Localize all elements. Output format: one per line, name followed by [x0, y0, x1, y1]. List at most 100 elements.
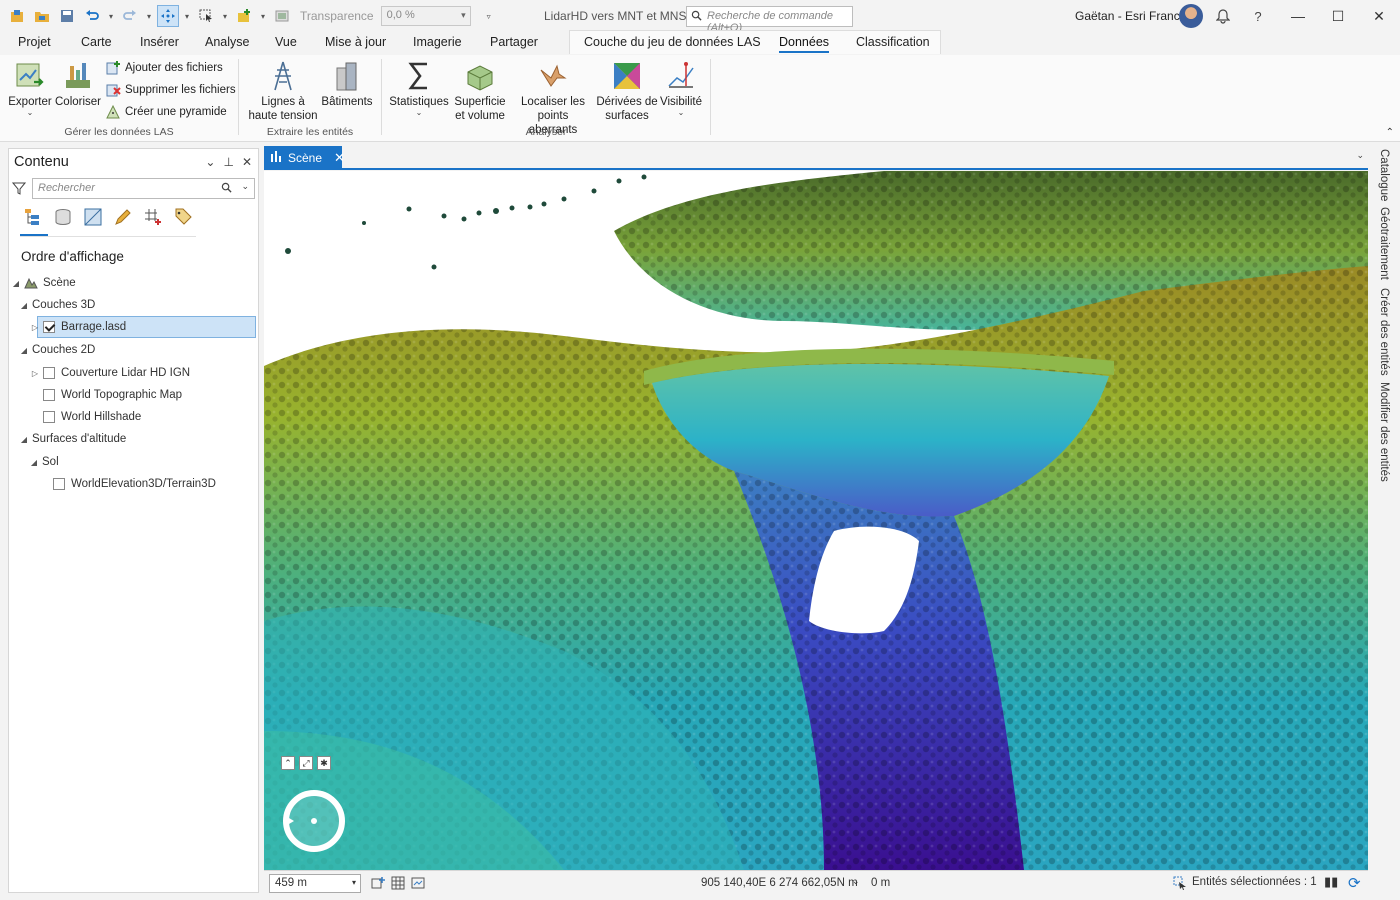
pin-icon[interactable]: ⊥ [223, 155, 233, 169]
tree-group-2d[interactable]: ◢ Couches 2D [19, 339, 95, 361]
full-extent-icon[interactable]: ⤢ [299, 756, 313, 770]
layer-visibility-checkbox[interactable] [43, 367, 55, 379]
tab-projet[interactable]: Projet [18, 35, 51, 49]
buildings-button[interactable]: Bâtiments [320, 59, 374, 109]
layer-visibility-checkbox[interactable] [43, 321, 55, 333]
tree-terrain[interactable]: WorldElevation3D/Terrain3D [53, 473, 216, 495]
pane-options-icon[interactable]: ⌄ [205, 155, 215, 169]
tab-inserer[interactable]: Insérer [140, 35, 179, 49]
labeling-icon[interactable] [173, 207, 193, 227]
tree-layer-hillshade[interactable]: World Hillshade [43, 406, 141, 428]
collapse-triangle-icon[interactable]: ◢ [19, 435, 29, 444]
export-button[interactable]: Exporter ⌄ [8, 59, 52, 117]
close-pane-icon[interactable]: ✕ [242, 155, 252, 169]
redo-icon[interactable] [119, 5, 141, 27]
add-bookmark-icon[interactable] [370, 875, 386, 891]
statistics-button[interactable]: Statistiques ⌄ [388, 59, 450, 117]
create-pyramid-button[interactable]: Créer une pyramide [105, 104, 227, 120]
user-name[interactable]: Gaëtan - Esri France [1075, 9, 1186, 23]
colorize-button[interactable]: Coloriser [55, 59, 101, 109]
new-project-icon[interactable] [6, 5, 28, 27]
redo-dropdown-icon[interactable]: ▾ [144, 12, 154, 21]
collapse-triangle-icon[interactable]: ◢ [19, 301, 29, 310]
layer-visibility-checkbox[interactable] [43, 389, 55, 401]
scene-viewport[interactable]: ⌃ ⤢ ✱ [264, 171, 1368, 870]
tab-vue[interactable]: Vue [275, 35, 297, 49]
power-lines-button[interactable]: Lignes à haute tension [246, 59, 320, 123]
area-volume-button[interactable]: Superficie et volume [449, 59, 511, 123]
dock-tab-catalogue[interactable]: Catalogue [1378, 149, 1390, 201]
tree-group-elevation[interactable]: ◢ Surfaces d'altitude [19, 428, 126, 450]
tab-classification[interactable]: Classification [856, 35, 930, 49]
contents-search-input[interactable]: Rechercher ⌄ [32, 178, 255, 199]
tree-layer-topo[interactable]: World Topographic Map [43, 384, 182, 406]
tree-layer-lidar[interactable]: ▷ Couverture Lidar HD IGN [30, 362, 190, 384]
search-icon[interactable] [221, 182, 232, 196]
navigator-ring-icon[interactable] [280, 787, 348, 855]
tab-imagerie[interactable]: Imagerie [413, 35, 462, 49]
dock-tab-create-features[interactable]: Créer des entités [1378, 288, 1390, 376]
undo-icon[interactable] [81, 5, 103, 27]
transparency-field[interactable]: 0,0 % ▾ [380, 6, 471, 26]
add-data-dropdown-icon[interactable]: ▾ [258, 12, 268, 21]
dock-tab-modify-features[interactable]: Modifier des entités [1378, 382, 1390, 482]
select-dropdown-icon[interactable]: ▾ [220, 12, 230, 21]
close-tab-icon[interactable]: ✕ [334, 150, 345, 166]
minimize-button[interactable]: — [1283, 5, 1313, 27]
tab-scene[interactable]: Scène ✕ [264, 146, 345, 169]
add-data-icon[interactable] [233, 5, 255, 27]
walk-mode-icon[interactable]: ✱ [317, 756, 331, 770]
refresh-icon[interactable]: ⟳ [1348, 874, 1361, 892]
tab-carte[interactable]: Carte [81, 35, 112, 49]
tree-ground[interactable]: ◢ Sol [29, 451, 59, 473]
command-search-input[interactable]: Recherche de commande (Alt+Q) [686, 6, 853, 34]
collapse-triangle-icon[interactable]: ◢ [29, 458, 39, 467]
selection-view-icon[interactable] [83, 207, 103, 227]
filter-icon[interactable] [11, 181, 27, 198]
visibility-button[interactable]: Visibilité ⌄ [656, 59, 706, 117]
remove-files-button[interactable]: Supprimer les fichiers [105, 82, 236, 98]
explore-dropdown-icon[interactable]: ▾ [182, 12, 192, 21]
tab-donnees[interactable]: Données [779, 35, 830, 53]
layer-visibility-checkbox[interactable] [43, 411, 55, 423]
editing-pencil-icon[interactable] [113, 207, 133, 227]
open-project-icon[interactable] [31, 5, 53, 27]
tab-analyse[interactable]: Analyse [205, 35, 249, 49]
tab-las-dataset-layer[interactable]: Couche du jeu de données LAS [584, 35, 761, 49]
tree-group-3d[interactable]: ◢ Couches 3D [19, 294, 95, 316]
coordinate-format-dropdown-icon[interactable]: ⌄ [852, 876, 860, 887]
pause-icon[interactable]: ▮▮ [1324, 874, 1338, 890]
derived-surfaces-button[interactable]: Dérivées de surfaces [596, 59, 658, 123]
select-tool-icon[interactable] [195, 5, 217, 27]
customize-qat-icon[interactable]: ▿ [484, 12, 494, 21]
snapping-icon[interactable] [143, 207, 163, 227]
expand-triangle-icon[interactable]: ▷ [30, 369, 40, 378]
dock-tab-geoprocessing[interactable]: Géotraitement [1378, 207, 1390, 280]
chevron-up-icon[interactable]: ⌃ [281, 756, 295, 770]
drawing-order-icon[interactable] [23, 207, 43, 227]
collapse-triangle-icon[interactable]: ◢ [19, 346, 29, 355]
save-icon[interactable] [56, 5, 78, 27]
notification-bell-icon[interactable] [1213, 7, 1233, 25]
scale-selector[interactable]: 459 m ▾ [269, 874, 361, 893]
tree-layer-barrage[interactable]: ▷ Barrage.lasd [32, 316, 256, 338]
add-files-button[interactable]: Ajouter des fichiers [105, 60, 223, 76]
close-window-button[interactable]: ✕ [1364, 5, 1394, 27]
tree-scene[interactable]: ◢ Scène [11, 272, 76, 294]
avatar[interactable] [1179, 4, 1203, 28]
grid-icon[interactable] [390, 875, 406, 891]
pause-drawing-icon[interactable] [410, 875, 426, 891]
data-source-icon[interactable] [53, 207, 73, 227]
maximize-button[interactable]: ☐ [1323, 5, 1353, 27]
tab-list-dropdown-icon[interactable]: ⌄ [1356, 150, 1364, 161]
chevron-down-icon[interactable]: ⌄ [241, 181, 249, 192]
explore-tool-icon[interactable] [157, 5, 179, 27]
tab-partager[interactable]: Partager [490, 35, 538, 49]
collapse-ribbon-icon[interactable]: ⌃ [1386, 127, 1394, 138]
help-icon[interactable]: ? [1248, 7, 1268, 25]
layer-visibility-checkbox[interactable] [53, 478, 65, 490]
expand-triangle-icon[interactable]: ▷ [30, 323, 40, 332]
tab-mise-a-jour[interactable]: Mise à jour [325, 35, 386, 49]
collapse-triangle-icon[interactable]: ◢ [11, 279, 21, 288]
undo-dropdown-icon[interactable]: ▾ [106, 12, 116, 21]
